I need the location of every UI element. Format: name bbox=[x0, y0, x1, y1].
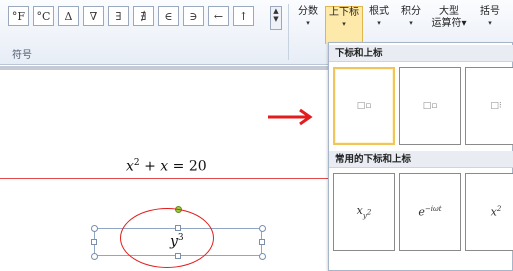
large-operator-label-2: 运算符▾ bbox=[431, 18, 467, 29]
chevron-down-icon: ▾ bbox=[488, 19, 492, 27]
template-sub-superscript[interactable]: □⁝ bbox=[465, 67, 513, 145]
subscript-superscript-button[interactable]: 上下标 ▾ bbox=[325, 6, 363, 44]
chevron-down-icon: ▾ bbox=[306, 19, 310, 27]
scroll-down-icon: ▼ bbox=[273, 15, 279, 23]
subsup-dropdown-panel: 下标和上标 □▫ □▫ □⁝ 常用的下标和上标 xy2 e−iωt x2 bbox=[328, 42, 513, 271]
common-x-sub-y2[interactable]: xy2 bbox=[333, 173, 395, 251]
selected-equation-y-cubed[interactable]: y3 bbox=[170, 233, 184, 250]
ribbon-divider bbox=[288, 4, 289, 60]
subscript-template-icon: □▫ bbox=[422, 101, 438, 111]
chevron-down-icon: ▾ bbox=[377, 19, 381, 27]
symbol-up-arrow[interactable]: ↑ bbox=[233, 6, 254, 26]
equation-x-squared[interactable]: x2 + x = 20 bbox=[126, 158, 207, 175]
template-subscript[interactable]: □▫ bbox=[399, 67, 461, 145]
resize-handle[interactable] bbox=[259, 225, 266, 232]
integral-label: 积分 bbox=[401, 6, 421, 17]
scroll-up-icon: ▲ bbox=[273, 7, 279, 15]
red-guide-line bbox=[0, 178, 330, 179]
symbol-fahrenheit[interactable]: °F bbox=[8, 6, 29, 26]
subsup-template-icon: □⁝ bbox=[490, 101, 502, 111]
superscript-template-icon: □▫ bbox=[356, 101, 372, 111]
resize-handle[interactable] bbox=[259, 239, 265, 245]
chevron-down-icon: ▾ bbox=[409, 19, 413, 27]
section-common-title: 常用的下标和上标 bbox=[329, 151, 513, 168]
red-highlight-ellipse bbox=[120, 208, 214, 268]
symbol-contains[interactable]: ∋ bbox=[183, 6, 204, 26]
integral-button[interactable]: 积分 ▾ bbox=[398, 6, 424, 46]
resize-handle[interactable] bbox=[91, 225, 98, 232]
common-e-power[interactable]: e−iωt bbox=[399, 173, 461, 251]
symbol-celsius[interactable]: °C bbox=[33, 6, 54, 26]
symbol-nabla[interactable]: ∇ bbox=[83, 6, 104, 26]
common-x-squared[interactable]: x2 bbox=[465, 173, 513, 251]
symbol-delta[interactable]: Δ bbox=[58, 6, 79, 26]
radical-button[interactable]: 根式 ▾ bbox=[366, 6, 392, 46]
large-operator-label-1: 大型 bbox=[439, 6, 459, 17]
symbol-left-arrow[interactable]: ← bbox=[208, 6, 229, 26]
resize-handle[interactable] bbox=[259, 253, 266, 260]
chevron-down-icon: ▾ bbox=[342, 20, 346, 28]
symbols-group-label: 符号 bbox=[12, 50, 32, 61]
symbol-element-of[interactable]: ∈ bbox=[158, 6, 179, 26]
symbol-not-exists[interactable]: ∄ bbox=[133, 6, 154, 26]
red-arrow-icon bbox=[268, 108, 313, 126]
bracket-button[interactable]: 括号 ▾ bbox=[476, 6, 504, 46]
section-subsup-title: 下标和上标 bbox=[329, 45, 513, 62]
symbol-exists[interactable]: ∃ bbox=[108, 6, 129, 26]
fraction-button[interactable]: 分数 ▾ bbox=[294, 6, 322, 46]
fraction-label: 分数 bbox=[298, 6, 318, 17]
template-superscript[interactable]: □▫ bbox=[333, 67, 395, 145]
symbol-gallery: °F °C Δ ∇ ∃ ∄ ∈ ∋ ← ↑ bbox=[8, 6, 254, 26]
resize-handle[interactable] bbox=[91, 253, 98, 260]
radical-label: 根式 bbox=[369, 6, 389, 17]
subsup-label: 上下标 bbox=[329, 7, 359, 18]
gallery-scroll-button[interactable]: ▲ ▼ bbox=[270, 6, 282, 30]
large-operator-button[interactable]: 大型 运算符▾ bbox=[428, 6, 470, 46]
bracket-label: 括号 bbox=[480, 6, 500, 17]
resize-handle[interactable] bbox=[91, 239, 97, 245]
